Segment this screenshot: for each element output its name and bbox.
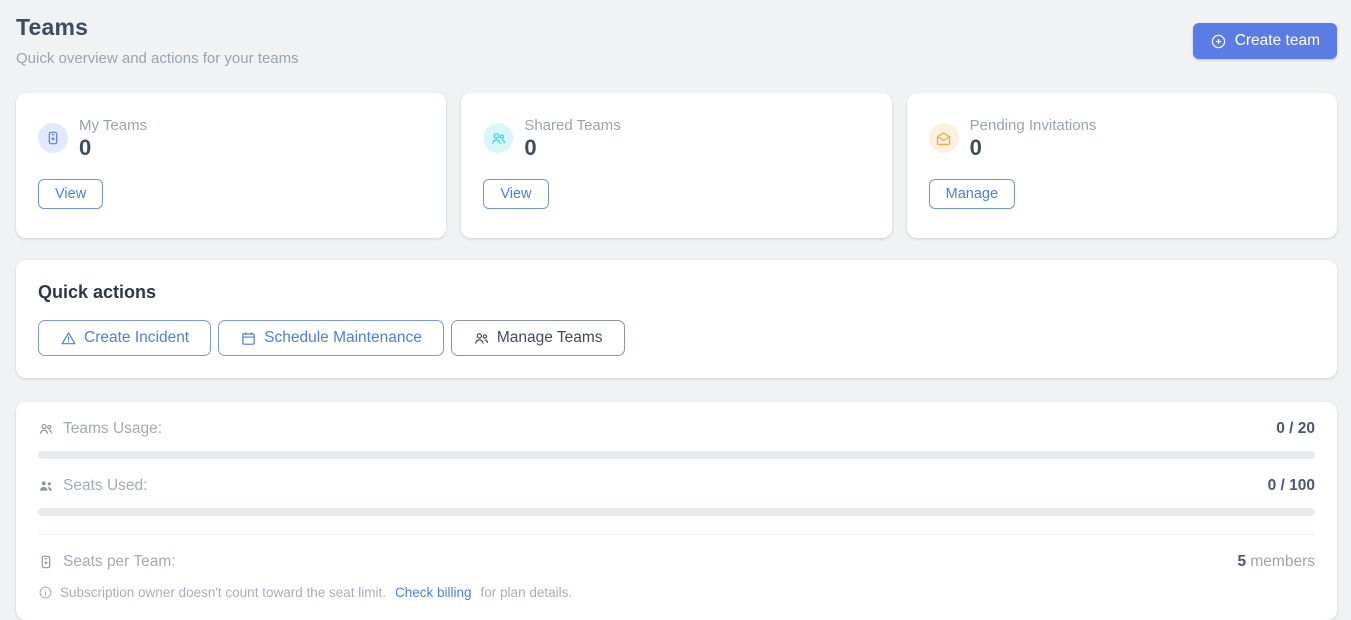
usage-divider — [38, 534, 1315, 535]
mail-open-icon — [929, 123, 959, 153]
stat-label: Shared Teams — [524, 117, 620, 134]
stat-value: 0 — [970, 137, 1097, 159]
manage-teams-button[interactable]: Manage Teams — [451, 320, 625, 356]
users-icon — [473, 330, 490, 347]
page-heading-block: Teams Quick overview and actions for you… — [16, 14, 299, 67]
users-outline-icon — [38, 421, 54, 437]
note-text: Subscription owner doesn't count toward … — [60, 585, 386, 600]
warning-triangle-icon — [60, 330, 77, 347]
page-subtitle: Quick overview and actions for your team… — [16, 50, 299, 67]
seats-per-team-label: Seats per Team: — [63, 553, 176, 571]
stat-text: Pending Invitations 0 — [970, 117, 1097, 159]
stat-label: Pending Invitations — [970, 117, 1097, 134]
stat-value: 0 — [79, 137, 147, 159]
quick-actions-section: Quick actions Create Incident Schedule M… — [16, 260, 1337, 378]
stat-top: Shared Teams 0 — [483, 117, 869, 159]
plus-circle-icon — [1210, 33, 1227, 50]
seat-limit-note: Subscription owner doesn't count toward … — [38, 585, 1315, 600]
teams-usage-row: Teams Usage: 0 / 20 — [38, 420, 1315, 438]
stat-top: My Teams 0 — [38, 117, 424, 159]
teams-usage-label-group: Teams Usage: — [38, 420, 162, 438]
seats-used-label: Seats Used: — [63, 477, 147, 495]
seats-used-progressbar — [38, 508, 1315, 516]
create-team-button[interactable]: Create team — [1193, 23, 1337, 59]
info-icon — [38, 585, 53, 600]
seats-per-team-label-group: Seats per Team: — [38, 553, 176, 571]
seats-per-team-suffix: members — [1246, 553, 1315, 570]
stat-text: Shared Teams 0 — [524, 117, 620, 159]
teams-usage-progressbar — [38, 451, 1315, 459]
stat-card-my-teams: My Teams 0 View — [16, 93, 446, 238]
manage-invitations-button[interactable]: Manage — [929, 179, 1015, 209]
seats-per-team-value: 5 members — [1237, 553, 1315, 571]
create-team-label: Create team — [1235, 32, 1320, 50]
teams-usage-value: 0 / 20 — [1276, 420, 1315, 438]
create-incident-button[interactable]: Create Incident — [38, 320, 211, 356]
seats-per-team-row: Seats per Team: 5 members — [38, 553, 1315, 571]
check-billing-link[interactable]: Check billing — [395, 585, 472, 600]
calendar-icon — [240, 330, 257, 347]
note-text-after-link: for plan details. — [481, 585, 573, 600]
users-icon — [483, 123, 513, 153]
usage-section: Teams Usage: 0 / 20 Seats Used: 0 / 100 — [16, 402, 1337, 620]
stat-value: 0 — [524, 137, 620, 159]
quick-actions-row: Create Incident Schedule Maintenance — [38, 320, 1315, 356]
stat-label: My Teams — [79, 117, 147, 134]
teams-usage-label: Teams Usage: — [63, 420, 162, 438]
stat-top: Pending Invitations 0 — [929, 117, 1315, 159]
view-shared-teams-button[interactable]: View — [483, 179, 548, 209]
seats-used-label-group: Seats Used: — [38, 477, 147, 495]
users-filled-icon — [38, 478, 54, 494]
stat-card-shared-teams: Shared Teams 0 View — [461, 93, 891, 238]
id-badge-icon — [38, 123, 68, 153]
id-badge-icon — [38, 554, 54, 570]
stat-text: My Teams 0 — [79, 117, 147, 159]
page-title: Teams — [16, 14, 299, 41]
view-my-teams-button[interactable]: View — [38, 179, 103, 209]
schedule-maintenance-label: Schedule Maintenance — [264, 329, 422, 347]
schedule-maintenance-button[interactable]: Schedule Maintenance — [218, 320, 444, 356]
stat-card-grid: My Teams 0 View Shared Teams 0 View — [16, 93, 1337, 238]
quick-actions-title: Quick actions — [38, 282, 1315, 303]
page-header: Teams Quick overview and actions for you… — [16, 14, 1337, 67]
stat-card-pending-invitations: Pending Invitations 0 Manage — [907, 93, 1337, 238]
seats-used-row: Seats Used: 0 / 100 — [38, 477, 1315, 495]
seats-per-team-number: 5 — [1237, 553, 1246, 570]
seats-used-value: 0 / 100 — [1268, 477, 1315, 495]
manage-teams-label: Manage Teams — [497, 329, 603, 347]
create-incident-label: Create Incident — [84, 329, 189, 347]
